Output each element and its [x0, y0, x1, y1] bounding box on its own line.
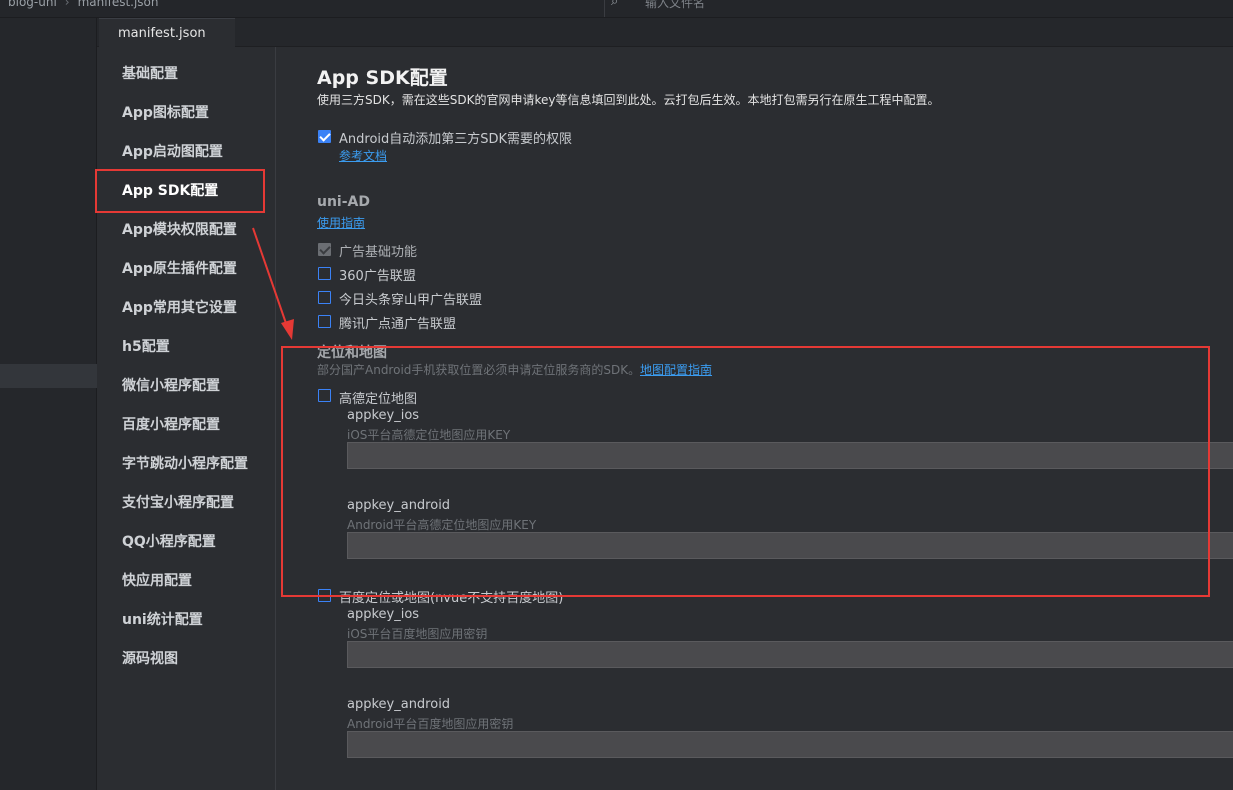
baidu-android-key-input[interactable]	[347, 731, 1233, 758]
amap-ios-key-note: iOS平台高德定位地图应用KEY	[347, 428, 511, 442]
ad-basic-checkbox	[318, 243, 331, 256]
maps-note: 部分国产Android手机获取位置必须申请定位服务商的SDK。	[317, 363, 641, 377]
uniad-guide-link[interactable]: 使用指南	[317, 214, 365, 231]
reference-doc-link[interactable]: 参考文档	[339, 147, 387, 164]
ad-gdt-checkbox[interactable]	[318, 315, 331, 328]
baidu-android-key-note: Android平台百度地图应用密钥	[347, 717, 514, 731]
breadcrumb-file[interactable]: manifest.json	[78, 0, 159, 9]
nav-item-app-icon[interactable]: App图标配置	[122, 102, 209, 122]
nav-item-toutiao-mp[interactable]: 字节跳动小程序配置	[122, 453, 248, 473]
page-title: App SDK配置	[317, 67, 448, 89]
nav-item-qq-mp[interactable]: QQ小程序配置	[122, 531, 216, 551]
nav-item-app-native-plugins[interactable]: App原生插件配置	[122, 258, 237, 278]
top-bar: blog-uni › manifest.json ⌕ 输入文件名	[0, 0, 1233, 18]
baidu-map-checkbox[interactable]	[318, 589, 331, 602]
amap-ios-key-input[interactable]	[347, 442, 1233, 469]
amap-android-key-note: Android平台高德定位地图应用KEY	[347, 518, 537, 532]
file-search-placeholder: 输入文件名	[645, 0, 706, 10]
baidu-map-label: 百度定位或地图(nvue不支持百度地图)	[339, 591, 564, 606]
maps-section-title: 定位和地图	[317, 345, 387, 361]
file-search-box[interactable]: ⌕ 输入文件名	[604, 0, 1233, 17]
chevron-right-icon: ›	[64, 0, 70, 9]
breadcrumb-project[interactable]: blog-uni	[8, 0, 57, 9]
nav-item-weixin-mp[interactable]: 微信小程序配置	[122, 375, 220, 395]
editor-window: blog-uni › manifest.json ⌕ 输入文件名 manifest.…	[0, 0, 1233, 790]
amap-android-key-title: appkey_android	[347, 498, 451, 513]
amap-label: 高德定位地图	[339, 392, 418, 407]
project-panel	[0, 18, 97, 790]
tab-bar: manifest.json	[97, 18, 1233, 47]
search-file-icon: ⌕	[611, 0, 619, 9]
nav-item-baidu-mp[interactable]: 百度小程序配置	[122, 414, 220, 434]
ad-gdt-label: 腾讯广点通广告联盟	[339, 317, 457, 332]
amap-android-key-input[interactable]	[347, 532, 1233, 559]
nav-item-uni-stat[interactable]: uni统计配置	[122, 609, 203, 629]
sdk-settings-panel: App SDK配置 使用三方SDK，需在这些SDK的官网申请key等信息填回到此…	[277, 47, 1233, 790]
ad-pangle-label: 今日头条穿山甲广告联盟	[339, 293, 483, 308]
manifest-settings-nav: 基础配置 App图标配置 App启动图配置 App SDK配置 App模块权限配…	[97, 47, 276, 790]
baidu-ios-key-title: appkey_ios	[347, 607, 420, 622]
nav-item-app-splash[interactable]: App启动图配置	[122, 141, 223, 161]
nav-item-app-modules[interactable]: App模块权限配置	[122, 219, 237, 239]
ad-360-checkbox[interactable]	[318, 267, 331, 280]
breadcrumb: blog-uni › manifest.json	[8, 0, 159, 9]
maps-guide-link[interactable]: 地图配置指南	[640, 361, 712, 378]
amap-checkbox[interactable]	[318, 389, 331, 402]
uniad-section-title: uni-AD	[317, 194, 370, 210]
nav-item-app-other[interactable]: App常用其它设置	[122, 297, 237, 317]
page-description: 使用三方SDK，需在这些SDK的官网申请key等信息填回到此处。云打包后生效。本…	[317, 93, 940, 107]
ad-360-label: 360广告联盟	[339, 269, 416, 284]
ad-pangle-checkbox[interactable]	[318, 291, 331, 304]
nav-item-alipay-mp[interactable]: 支付宝小程序配置	[122, 492, 234, 512]
baidu-android-key-title: appkey_android	[347, 697, 451, 712]
ad-basic-label: 广告基础功能	[339, 245, 418, 260]
tab-manifest-json[interactable]: manifest.json	[99, 18, 235, 47]
nav-item-app-sdk[interactable]: App SDK配置	[122, 180, 218, 200]
baidu-ios-key-input[interactable]	[347, 641, 1233, 668]
baidu-ios-key-note: iOS平台百度地图应用密钥	[347, 627, 488, 641]
nav-item-basic[interactable]: 基础配置	[122, 63, 178, 83]
amap-ios-key-title: appkey_ios	[347, 408, 420, 423]
nav-item-quickapp[interactable]: 快应用配置	[122, 570, 192, 590]
project-selected-row[interactable]	[0, 364, 97, 388]
nav-item-source-view[interactable]: 源码视图	[122, 648, 178, 668]
android-permission-label: Android自动添加第三方SDK需要的权限	[339, 132, 573, 147]
nav-item-h5[interactable]: h5配置	[122, 336, 170, 356]
android-permission-checkbox[interactable]	[318, 130, 331, 143]
